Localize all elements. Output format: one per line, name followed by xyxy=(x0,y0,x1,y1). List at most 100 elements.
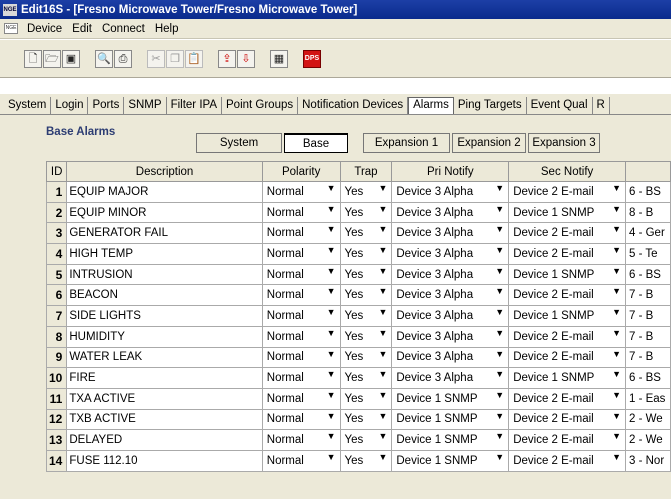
chevron-down-icon[interactable]: ▼ xyxy=(327,307,336,317)
download-icon[interactable]: ⇩ xyxy=(237,49,255,68)
trap-select[interactable]: Yes ▼ xyxy=(339,243,393,265)
polarity-select[interactable]: Normal ▼ xyxy=(261,263,341,286)
chevron-down-icon[interactable]: ▼ xyxy=(495,307,504,317)
description-cell[interactable]: EQUIP MAJOR xyxy=(66,181,263,203)
segment-expansion-2[interactable]: Expansion 2 xyxy=(452,133,526,153)
chevron-down-icon[interactable]: ▼ xyxy=(378,452,387,462)
chevron-down-icon[interactable]: ▼ xyxy=(378,411,387,421)
sec-notify-select[interactable]: Device 2 E-mail ▼ xyxy=(508,325,626,348)
pri-notify-select[interactable]: Device 1 SNMP ▼ xyxy=(391,429,510,451)
chevron-down-icon[interactable]: ▼ xyxy=(495,349,504,359)
description-cell[interactable]: HUMIDITY xyxy=(66,325,263,348)
polarity-select[interactable]: Normal ▼ xyxy=(261,408,341,431)
chevron-down-icon[interactable]: ▼ xyxy=(612,390,621,400)
pri-notify-select[interactable]: Device 1 SNMP ▼ xyxy=(391,387,510,410)
sec-notify-select[interactable]: Device 2 E-mail ▼ xyxy=(508,387,626,410)
chevron-down-icon[interactable]: ▼ xyxy=(327,431,336,441)
table-row[interactable]: 10 FIRE Normal ▼ Yes ▼ Device 3 Alpha ▼ Device 1… xyxy=(45,367,671,389)
table-row[interactable]: 12 TXB ACTIVE Normal ▼ Yes ▼ Device 1 SNMP ▼ Dev… xyxy=(45,408,671,431)
polarity-select[interactable]: Normal ▼ xyxy=(261,449,341,472)
tab-system[interactable]: System xyxy=(4,97,52,114)
menu-connect[interactable]: Connect xyxy=(97,23,150,35)
pri-notify-select[interactable]: Device 3 Alpha ▼ xyxy=(391,181,510,203)
sec-notify-select[interactable]: Device 1 SNMP ▼ xyxy=(508,263,626,286)
print-icon[interactable]: ⎙ xyxy=(114,49,132,68)
chevron-down-icon[interactable]: ▼ xyxy=(612,224,621,234)
description-cell[interactable]: BEACON xyxy=(66,284,263,307)
pri-notify-select[interactable]: Device 1 SNMP ▼ xyxy=(391,408,510,431)
chevron-down-icon[interactable]: ▼ xyxy=(378,369,387,379)
description-cell[interactable]: WATER LEAK xyxy=(66,346,263,369)
chevron-down-icon[interactable]: ▼ xyxy=(612,431,621,441)
chevron-down-icon[interactable]: ▼ xyxy=(327,411,336,421)
next-column-cell[interactable]: 8 - B xyxy=(625,201,671,224)
chevron-down-icon[interactable]: ▼ xyxy=(612,286,621,296)
chevron-down-icon[interactable]: ▼ xyxy=(378,349,387,359)
description-cell[interactable]: INTRUSION xyxy=(66,263,263,286)
sec-notify-select[interactable]: Device 2 E-mail ▼ xyxy=(508,222,626,245)
chevron-down-icon[interactable]: ▼ xyxy=(612,245,621,255)
chevron-down-icon[interactable]: ▼ xyxy=(612,411,621,421)
col-header-trap[interactable]: Trap xyxy=(339,161,393,182)
trap-select[interactable]: Yes ▼ xyxy=(339,222,393,245)
chevron-down-icon[interactable]: ▼ xyxy=(378,266,387,276)
sec-notify-select[interactable]: Device 1 SNMP ▼ xyxy=(508,367,626,389)
chevron-down-icon[interactable]: ▼ xyxy=(495,204,504,214)
chevron-down-icon[interactable]: ▼ xyxy=(612,369,621,379)
pri-notify-select[interactable]: Device 3 Alpha ▼ xyxy=(391,325,510,348)
chevron-down-icon[interactable]: ▼ xyxy=(327,286,336,296)
tab-point-groups[interactable]: Point Groups xyxy=(222,97,299,114)
sec-notify-select[interactable]: Device 2 E-mail ▼ xyxy=(508,284,626,307)
trap-select[interactable]: Yes ▼ xyxy=(339,263,393,286)
next-column-cell[interactable]: 7 - B xyxy=(625,346,671,369)
chevron-down-icon[interactable]: ▼ xyxy=(495,411,504,421)
col-header-pri-notify[interactable]: Pri Notify xyxy=(391,161,510,182)
table-row[interactable]: 3 GENERATOR FAIL Normal ▼ Yes ▼ Device 3 Alpha… xyxy=(45,222,671,245)
trap-select[interactable]: Yes ▼ xyxy=(339,305,393,327)
description-cell[interactable]: SIDE LIGHTS xyxy=(66,305,263,327)
chevron-down-icon[interactable]: ▼ xyxy=(378,224,387,234)
description-cell[interactable]: GENERATOR FAIL xyxy=(66,222,263,245)
chevron-down-icon[interactable]: ▼ xyxy=(327,349,336,359)
chevron-down-icon[interactable]: ▼ xyxy=(612,183,621,193)
tab-snmp[interactable]: SNMP xyxy=(124,97,167,114)
chevron-down-icon[interactable]: ▼ xyxy=(612,307,621,317)
col-header-sec-notify[interactable]: Sec Notify xyxy=(508,161,626,182)
tab-alarms[interactable]: Alarms xyxy=(408,97,454,114)
network-icon[interactable]: ▦ xyxy=(270,49,288,68)
tab-ping-targets[interactable]: Ping Targets xyxy=(454,97,527,114)
polarity-select[interactable]: Normal ▼ xyxy=(261,201,341,224)
chevron-down-icon[interactable]: ▼ xyxy=(495,328,504,338)
polarity-select[interactable]: Normal ▼ xyxy=(261,367,341,389)
chevron-down-icon[interactable]: ▼ xyxy=(495,183,504,193)
next-column-cell[interactable]: 7 - B xyxy=(625,284,671,307)
trap-select[interactable]: Yes ▼ xyxy=(339,284,393,307)
pri-notify-select[interactable]: Device 3 Alpha ▼ xyxy=(391,367,510,389)
cut-icon[interactable]: ✂ xyxy=(147,49,165,68)
pri-notify-select[interactable]: Device 3 Alpha ▼ xyxy=(391,222,510,245)
chevron-down-icon[interactable]: ▼ xyxy=(327,245,336,255)
table-row[interactable]: 9 WATER LEAK Normal ▼ Yes ▼ Device 3 Alpha ▼ Dev… xyxy=(45,346,671,369)
description-cell[interactable]: HIGH TEMP xyxy=(66,243,263,265)
chevron-down-icon[interactable]: ▼ xyxy=(378,307,387,317)
trap-select[interactable]: Yes ▼ xyxy=(339,408,393,431)
trap-select[interactable]: Yes ▼ xyxy=(339,181,393,203)
dps-logo-icon[interactable]: DPS xyxy=(303,49,321,68)
trap-select[interactable]: Yes ▼ xyxy=(339,346,393,369)
trap-select[interactable]: Yes ▼ xyxy=(339,449,393,472)
pri-notify-select[interactable]: Device 3 Alpha ▼ xyxy=(391,305,510,327)
next-column-cell[interactable]: 1 - Eas xyxy=(625,387,671,410)
sec-notify-select[interactable]: Device 1 SNMP ▼ xyxy=(508,305,626,327)
next-column-cell[interactable]: 6 - BS xyxy=(625,181,671,203)
menu-help[interactable]: Help xyxy=(150,23,184,35)
polarity-select[interactable]: Normal ▼ xyxy=(261,243,341,265)
chevron-down-icon[interactable]: ▼ xyxy=(495,390,504,400)
segment-expansion-3[interactable]: Expansion 3 xyxy=(528,133,600,153)
save-icon[interactable]: ▣ xyxy=(62,49,80,68)
trap-select[interactable]: Yes ▼ xyxy=(339,367,393,389)
next-column-cell[interactable]: 5 - Te xyxy=(625,243,671,265)
chevron-down-icon[interactable]: ▼ xyxy=(495,286,504,296)
chevron-down-icon[interactable]: ▼ xyxy=(612,328,621,338)
trap-select[interactable]: Yes ▼ xyxy=(339,387,393,410)
col-header-id[interactable]: ID xyxy=(45,161,68,182)
